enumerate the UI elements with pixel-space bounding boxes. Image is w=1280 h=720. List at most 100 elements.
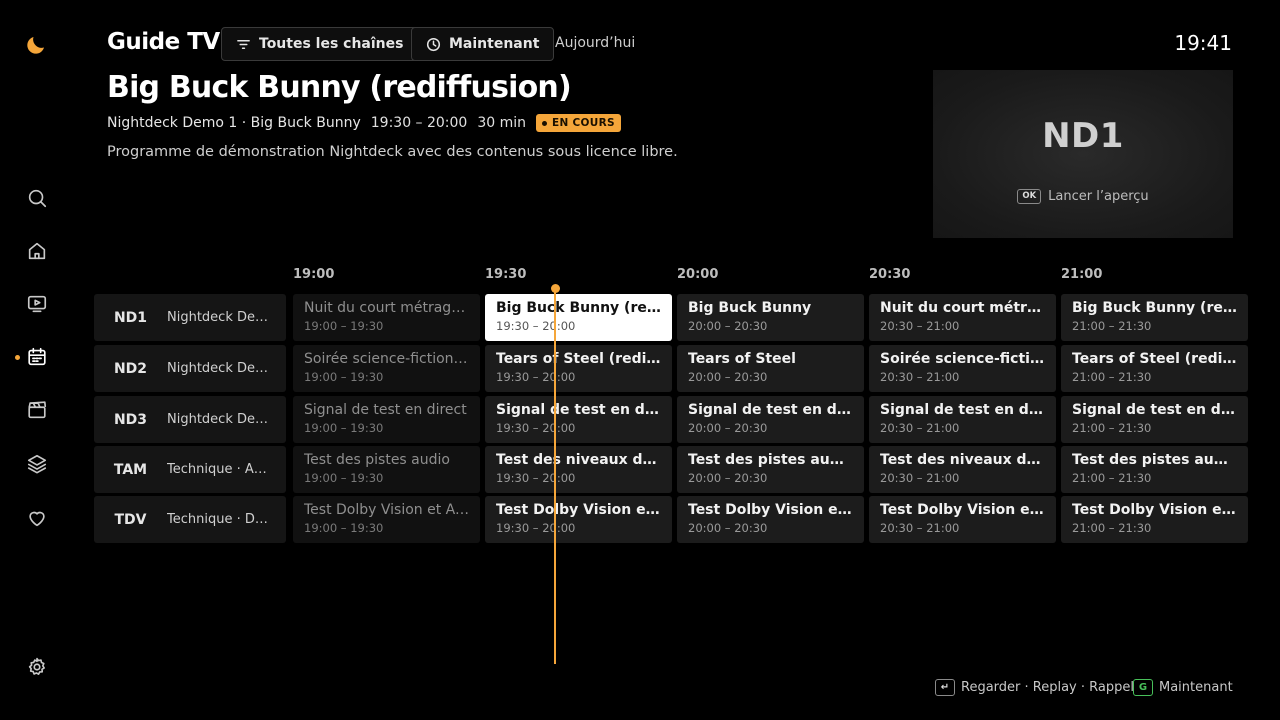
program-cell-time: 19:30 – 20:00 bbox=[496, 370, 576, 384]
program-cell-title: Signal de test en direct bbox=[496, 402, 661, 418]
program-cell-time: 20:00 – 20:30 bbox=[688, 319, 768, 333]
program-cell-time: 21:00 – 21:30 bbox=[1072, 521, 1152, 535]
program-cell[interactable]: Big Buck Bunny (rediffu… 19:30 – 20:00 bbox=[485, 294, 672, 341]
channel-name: Nightdeck De… bbox=[167, 361, 268, 376]
program-cell-title: Tears of Steel bbox=[688, 351, 796, 367]
program-cell-title: Test des pistes audio bbox=[688, 452, 853, 468]
program-cell[interactable]: Big Buck Bunny (rediffu… 21:00 – 21:30 bbox=[1061, 294, 1248, 341]
program-cell-time: 19:00 – 19:30 bbox=[304, 370, 384, 384]
channel-code: TDV bbox=[114, 511, 147, 528]
program-cell[interactable]: Test Dolby Vision et At… 20:00 – 20:30 bbox=[677, 496, 864, 543]
preview-channel-logo: ND1 bbox=[1042, 116, 1124, 156]
program-cell[interactable]: Soirée science-fiction … 20:30 – 21:00 bbox=[869, 345, 1056, 392]
program-cell[interactable]: Signal de test en direct 21:00 – 21:30 bbox=[1061, 396, 1248, 443]
filter-icon bbox=[237, 39, 250, 49]
search-icon[interactable] bbox=[25, 186, 49, 210]
program-cell-time: 19:00 – 19:30 bbox=[304, 421, 384, 435]
channel-name: Nightdeck De… bbox=[167, 310, 268, 325]
preview-hint: OK Lancer l’aperçu bbox=[933, 189, 1233, 204]
program-cell-title: Big Buck Bunny bbox=[688, 300, 812, 316]
footer-hint-now: G Maintenant bbox=[1133, 679, 1233, 696]
program-cell-time: 21:00 – 21:30 bbox=[1072, 471, 1152, 485]
program-cell-title: Tears of Steel (rediffusi… bbox=[496, 351, 661, 367]
home-icon[interactable] bbox=[25, 239, 49, 263]
heart-icon[interactable] bbox=[25, 506, 49, 530]
program-duration: 30 min bbox=[477, 115, 527, 131]
time-label: 19:00 bbox=[293, 267, 335, 282]
program-cell-time: 21:00 – 21:30 bbox=[1072, 421, 1152, 435]
program-cell[interactable]: Tears of Steel (rediffusi… 19:30 – 20:00 bbox=[485, 345, 672, 392]
program-cell-title: Test Dolby Vision et At… bbox=[304, 502, 469, 518]
program-cell-time: 20:00 – 20:30 bbox=[688, 370, 768, 384]
time-label: 19:30 bbox=[485, 267, 527, 282]
channel-code: ND3 bbox=[113, 411, 148, 428]
day-label: Aujourd’hui bbox=[555, 35, 636, 51]
channel-cell[interactable]: ND3 Nightdeck De… bbox=[94, 396, 286, 443]
program-cell[interactable]: Test Dolby Vision et At… 19:00 – 19:30 bbox=[293, 496, 480, 543]
footer-hint-watch: ↵ Regarder · Replay · Rappel bbox=[935, 679, 1134, 696]
program-cell-title: Test Dolby Vision et At… bbox=[688, 502, 853, 518]
channel-name: Technique · Au… bbox=[167, 462, 273, 477]
program-cell[interactable]: Signal de test en direct 20:00 – 20:30 bbox=[677, 396, 864, 443]
program-cell-time: 19:30 – 20:00 bbox=[496, 319, 576, 333]
channel-code: ND1 bbox=[113, 309, 148, 326]
program-cell[interactable]: Soirée science-fiction … 19:00 – 19:30 bbox=[293, 345, 480, 392]
moon-logo-icon bbox=[24, 33, 48, 57]
program-cell[interactable]: Nuit du court métrage : … 20:30 – 21:00 bbox=[869, 294, 1056, 341]
program-cell[interactable]: Test Dolby Vision et At… 21:00 – 21:30 bbox=[1061, 496, 1248, 543]
program-cell-title: Signal de test en direct bbox=[880, 402, 1045, 418]
program-cell-time: 20:30 – 21:00 bbox=[880, 471, 960, 485]
program-cell-time: 19:00 – 19:30 bbox=[304, 471, 384, 485]
program-time-range: 19:30 – 20:00 bbox=[370, 115, 468, 131]
clock: 19:41 bbox=[1174, 31, 1232, 55]
preview-hint-label: Lancer l’aperçu bbox=[1048, 189, 1149, 204]
program-cell[interactable]: Nuit du court métrage : … 19:00 – 19:30 bbox=[293, 294, 480, 341]
program-cell[interactable]: Big Buck Bunny 20:00 – 20:30 bbox=[677, 294, 864, 341]
footer-actions-label: Regarder · Replay · Rappel bbox=[961, 680, 1134, 695]
now-button[interactable]: Maintenant bbox=[411, 27, 555, 61]
program-cell[interactable]: Test Dolby Vision et At… 20:30 – 21:00 bbox=[869, 496, 1056, 543]
layers-icon[interactable] bbox=[25, 452, 49, 476]
preview-panel[interactable]: ND1 OK Lancer l’aperçu bbox=[933, 70, 1233, 238]
program-cell[interactable]: Tears of Steel 20:00 – 20:30 bbox=[677, 345, 864, 392]
channel-name: Technique · Dol… bbox=[167, 512, 273, 527]
channel-cell[interactable]: ND2 Nightdeck De… bbox=[94, 345, 286, 392]
program-cell[interactable]: Signal de test en direct 19:00 – 19:30 bbox=[293, 396, 480, 443]
program-cell[interactable]: Tears of Steel (rediffusi… 21:00 – 21:30 bbox=[1061, 345, 1248, 392]
program-cell[interactable]: Test des pistes audio 19:00 – 19:30 bbox=[293, 446, 480, 493]
gear-icon[interactable] bbox=[25, 655, 49, 679]
tv-play-icon[interactable] bbox=[25, 292, 49, 316]
channel-cell[interactable]: TDV Technique · Dol… bbox=[94, 496, 286, 543]
program-cell-title: Signal de test en direct bbox=[304, 402, 467, 418]
program-cell[interactable]: Signal de test en direct 19:30 – 20:00 bbox=[485, 396, 672, 443]
channel-code: ND2 bbox=[113, 360, 148, 377]
program-meta: Nightdeck Demo 1 · Big Buck Bunny 19:30 … bbox=[107, 114, 621, 132]
enter-key-icon: ↵ bbox=[935, 679, 955, 696]
program-channel-line: Nightdeck Demo 1 · Big Buck Bunny bbox=[107, 115, 361, 131]
clapperboard-icon[interactable] bbox=[25, 398, 49, 422]
program-cell-time: 21:00 – 21:30 bbox=[1072, 370, 1152, 384]
program-cell-title: Signal de test en direct bbox=[688, 402, 853, 418]
now-marker-line bbox=[554, 290, 556, 664]
program-cell-time: 20:30 – 21:00 bbox=[880, 370, 960, 384]
program-cell[interactable]: Signal de test en direct 20:30 – 21:00 bbox=[869, 396, 1056, 443]
program-cell-time: 20:00 – 20:30 bbox=[688, 521, 768, 535]
program-cell-title: Nuit du court métrage : … bbox=[304, 300, 469, 316]
channel-filter-button[interactable]: Toutes les chaînes bbox=[221, 27, 419, 61]
program-cell-title: Tears of Steel (rediffusi… bbox=[1072, 351, 1237, 367]
channel-cell[interactable]: ND1 Nightdeck De… bbox=[94, 294, 286, 341]
time-label: 20:00 bbox=[677, 267, 719, 282]
time-label: 21:00 bbox=[1061, 267, 1103, 282]
program-cell-title: Soirée science-fiction … bbox=[304, 351, 469, 367]
time-label: 20:30 bbox=[869, 267, 911, 282]
calendar-icon[interactable] bbox=[25, 345, 49, 369]
program-cell[interactable]: Test Dolby Vision et At… 19:30 – 20:00 bbox=[485, 496, 672, 543]
program-cell[interactable]: Test des niveaux de qu… 19:30 – 20:00 bbox=[485, 446, 672, 493]
program-cell[interactable]: Test des pistes audio 20:00 – 20:30 bbox=[677, 446, 864, 493]
program-cell[interactable]: Test des niveaux de qu… 20:30 – 21:00 bbox=[869, 446, 1056, 493]
program-cell-title: Big Buck Bunny (rediffu… bbox=[1072, 300, 1237, 316]
program-cell[interactable]: Test des pistes audio 21:00 – 21:30 bbox=[1061, 446, 1248, 493]
program-cell-title: Signal de test en direct bbox=[1072, 402, 1237, 418]
program-cell-title: Test Dolby Vision et At… bbox=[496, 502, 661, 518]
channel-cell[interactable]: TAM Technique · Au… bbox=[94, 446, 286, 493]
